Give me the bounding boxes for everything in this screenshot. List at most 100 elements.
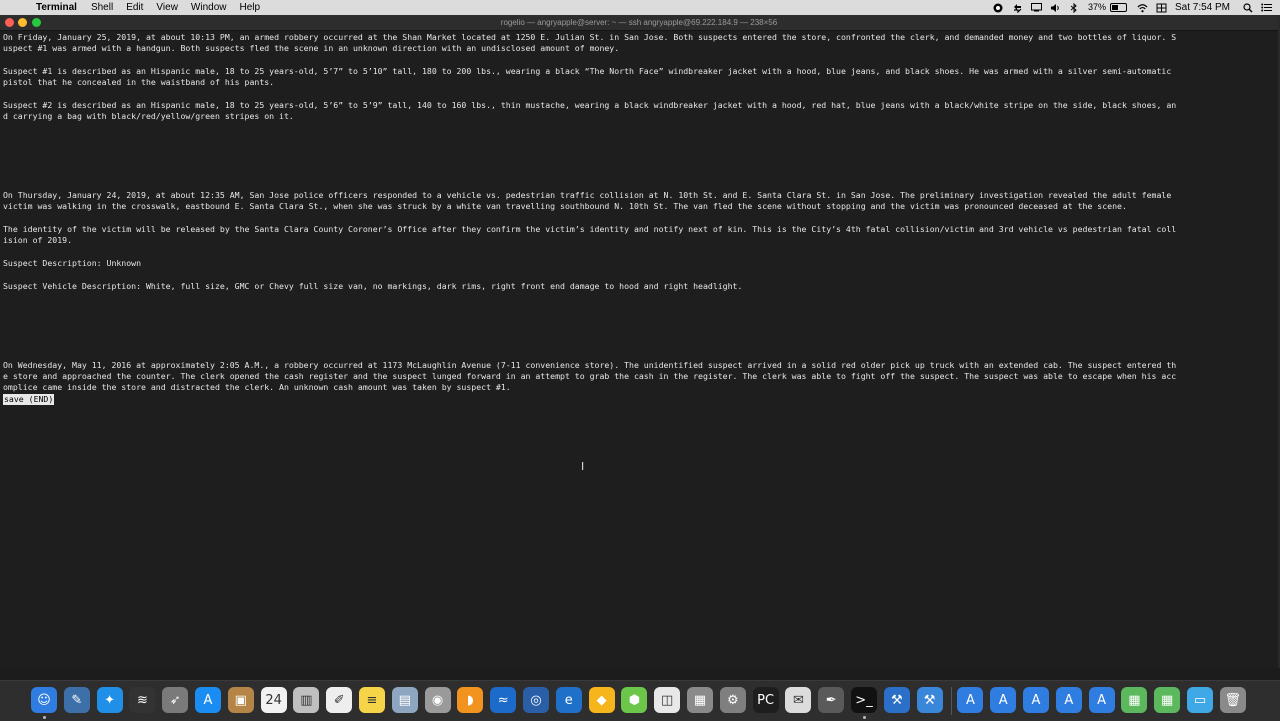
sketch-icon[interactable]: ◆ xyxy=(588,687,615,713)
notes-icon[interactable]: ≡ xyxy=(359,687,385,713)
pen-tool-icon[interactable]: ✒ xyxy=(818,687,845,713)
pycharm-icon[interactable]: PC xyxy=(752,687,779,713)
terminal-line: On Wednesday, May 11, 2016 at approximat… xyxy=(3,359,1177,370)
keynote-icon[interactable]: ▥ xyxy=(293,687,320,713)
pager-prompt: save (END) xyxy=(3,393,55,405)
preview-icon[interactable]: ✎ xyxy=(63,687,90,713)
terminal-window: rogelio — angryapple@server: ~ — ssh ang… xyxy=(0,15,1280,668)
spotlight-search-icon[interactable] xyxy=(1242,2,1253,13)
system-preferences-icon[interactable]: ⚙ xyxy=(719,687,746,713)
wifi-icon[interactable] xyxy=(1137,2,1148,13)
document-4-icon[interactable]: A xyxy=(1055,687,1082,713)
menu-shell[interactable]: Shell xyxy=(91,0,113,15)
terminal-line: uspect #1 was armed with a handgun. Both… xyxy=(3,43,620,54)
terminal-output[interactable]: On Friday, January 25, 2019, at about 10… xyxy=(3,32,1275,668)
notification-center-icon[interactable] xyxy=(1261,2,1272,13)
battery-icon[interactable] xyxy=(1109,3,1127,12)
terminal-line: ision of 2019. xyxy=(3,235,73,246)
xcode-icon[interactable]: ⚒ xyxy=(883,687,910,713)
volume-icon[interactable] xyxy=(1050,2,1061,13)
window-titlebar[interactable]: rogelio — angryapple@server: ~ — ssh ang… xyxy=(0,15,1278,31)
text-cursor-icon: I xyxy=(581,460,585,473)
sync-icon[interactable] xyxy=(1012,2,1023,13)
menu-edit[interactable]: Edit xyxy=(126,0,143,15)
document-5-icon[interactable]: A xyxy=(1088,687,1115,713)
pager-prompt-line: save (END) xyxy=(3,393,1275,405)
launchpad-icon[interactable]: ➶ xyxy=(162,687,189,713)
status-area: 37% Sat 7:54 PM xyxy=(993,0,1280,15)
safari-icon[interactable]: ✦ xyxy=(96,687,123,713)
keyboard-layout-icon[interactable] xyxy=(1156,2,1167,13)
archive-utility-icon[interactable]: ▦ xyxy=(687,687,713,713)
menu-help[interactable]: Help xyxy=(240,0,261,15)
books-icon[interactable]: ◗ xyxy=(457,687,484,713)
screenshot-icon[interactable]: ◫ xyxy=(654,687,681,713)
terminal-icon[interactable]: >_ xyxy=(851,687,877,713)
edge-icon[interactable]: e xyxy=(555,687,582,713)
bluetooth-icon[interactable] xyxy=(1069,2,1080,13)
document-1-icon[interactable]: A xyxy=(957,687,984,713)
quicktime-icon[interactable]: ◎ xyxy=(523,687,549,713)
terminal-line: Suspect Vehicle Description: White, full… xyxy=(3,280,743,291)
spreadsheet-2-icon[interactable]: ▦ xyxy=(1154,687,1181,713)
menu-view[interactable]: View xyxy=(156,0,178,15)
terminal-line: On Thursday, January 24, 2019, at about … xyxy=(3,190,1172,201)
menubar-clock[interactable]: Sat 7:54 PM xyxy=(1175,0,1230,15)
script-editor-icon[interactable]: ✉ xyxy=(785,687,812,713)
terminal-line: The identity of the victim will be relea… xyxy=(3,224,1177,235)
downloads-folder-icon[interactable]: ▭ xyxy=(1187,687,1213,713)
spreadsheet-1-icon[interactable]: ▦ xyxy=(1121,687,1148,713)
terminal-lines: On Friday, January 25, 2019, at about 10… xyxy=(3,32,1275,394)
app-menus: Terminal Shell Edit View Window Help xyxy=(36,0,273,15)
terminal-line: Suspect Description: Unknown xyxy=(3,257,142,268)
record-icon[interactable] xyxy=(993,2,1004,13)
filezilla-icon[interactable]: ≈ xyxy=(490,687,517,713)
terminal-line: d carrying a bag with black/red/yellow/g… xyxy=(3,111,294,122)
menu-bar: Terminal Shell Edit View Window Help 37%… xyxy=(0,0,1280,15)
menu-window[interactable]: Window xyxy=(191,0,227,15)
instruments-icon[interactable]: ⚒ xyxy=(916,687,943,713)
terminal-line: On Friday, January 25, 2019, at about 10… xyxy=(3,32,1177,42)
terminal-line: Suspect #1 is described as an Hispanic m… xyxy=(3,65,1172,76)
document-2-icon[interactable]: A xyxy=(990,687,1017,713)
calendar-icon[interactable]: 24 xyxy=(260,687,287,713)
app-store-icon[interactable]: A xyxy=(195,687,221,713)
document-3-icon[interactable]: A xyxy=(1023,687,1049,713)
contacts-icon[interactable]: ▣ xyxy=(227,687,254,713)
display-icon[interactable] xyxy=(1030,2,1042,13)
dock-divider xyxy=(951,687,953,715)
finder-icon[interactable]: ☺ xyxy=(31,687,57,713)
photos-viewer-icon[interactable]: ▤ xyxy=(391,687,418,713)
window-title: rogelio — angryapple@server: ~ — ssh ang… xyxy=(500,18,778,27)
dock: ☺ ✎ ✦ ≋ ➶ A ▣ 24 ▥ ✐ ≡ ▤ ◉ ◗ ≈ ◎ e ◆ ⬢ ◫ ▦ ⚙ PC ✉ ✒ >_ ⚒ ⚒ A A A A A ▦ ▦ ▭ 🗑 xyxy=(0,680,1280,721)
terminal-line: e store and approached the counter. The … xyxy=(3,370,1177,381)
battery-percent: 37% xyxy=(1087,2,1106,12)
cube-app-icon[interactable]: ⬢ xyxy=(621,687,648,713)
running-indicator xyxy=(42,716,46,719)
terminal-line: omplice came inside the store and distra… xyxy=(3,382,511,393)
terminal-line: victim was walking in the crosswalk, eas… xyxy=(3,201,1127,212)
menu-terminal[interactable]: Terminal xyxy=(36,0,77,15)
trash-icon[interactable]: 🗑 xyxy=(1219,687,1246,713)
disk-utility-icon[interactable]: ◉ xyxy=(424,687,451,713)
terminal-line: Suspect #2 is described as an Hispanic m… xyxy=(3,99,1177,110)
running-indicator xyxy=(862,716,866,719)
textedit-icon[interactable]: ✐ xyxy=(326,687,353,713)
activity-monitor-icon[interactable]: ≋ xyxy=(129,687,156,713)
